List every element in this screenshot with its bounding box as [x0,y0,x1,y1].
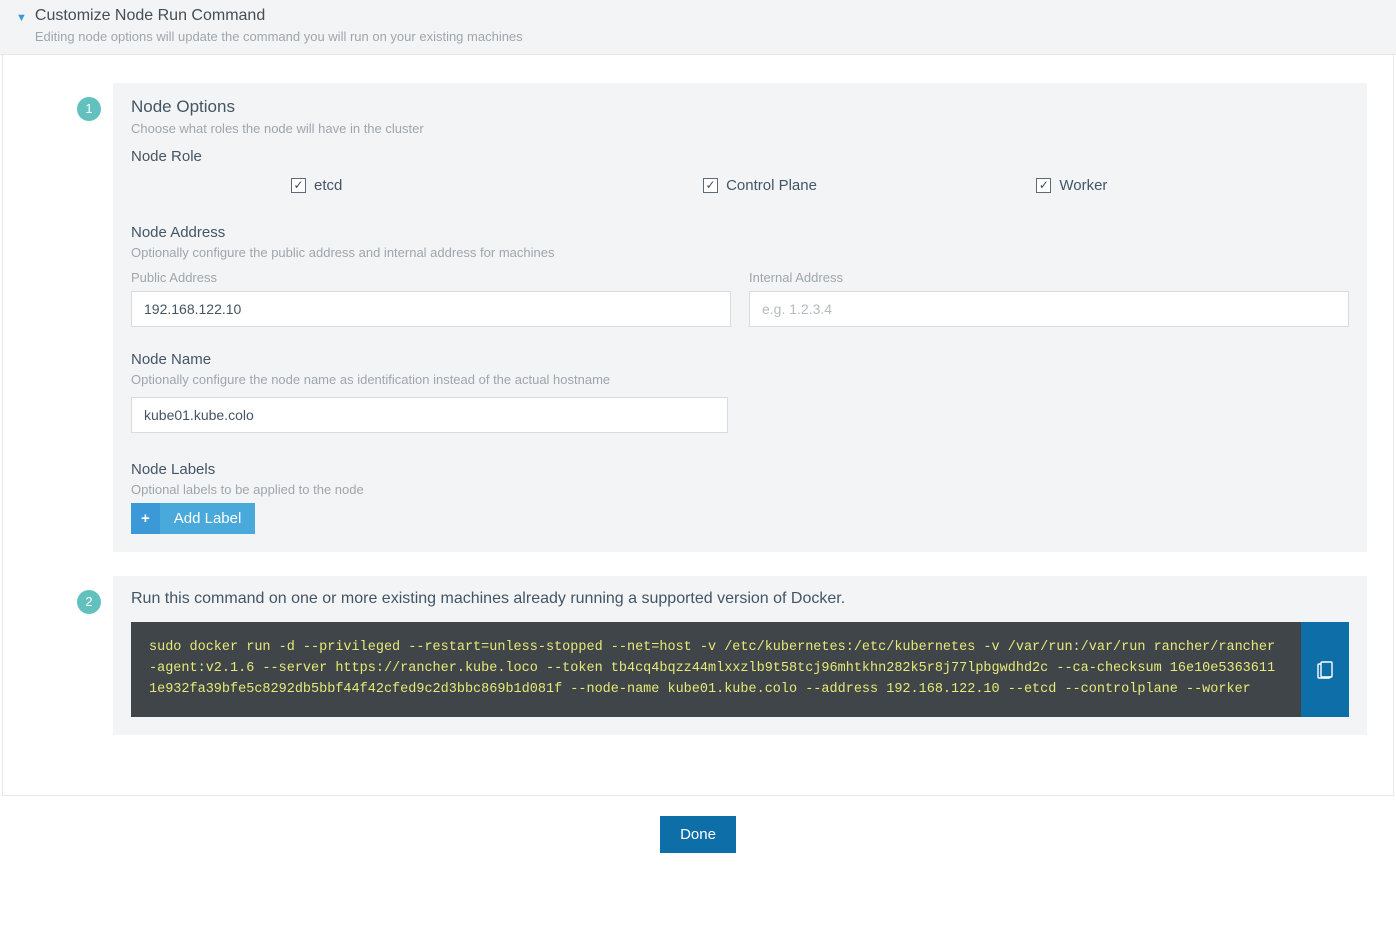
node-address-subtitle: Optionally configure the public address … [131,245,1349,260]
add-label-text: Add Label [160,503,256,534]
checkbox-control-plane[interactable]: ✓ Control Plane [703,177,817,194]
node-address-label: Node Address [131,224,1349,241]
node-role-row: ✓ etcd ✓ Control Plane ✓ Worker [131,165,1349,212]
chevron-down-icon[interactable]: ▼ [16,12,27,24]
internal-address-input[interactable] [749,291,1349,327]
clipboard-icon [1316,659,1334,679]
checkbox-etcd-label: etcd [314,177,342,194]
plus-icon: + [131,503,160,534]
run-instruction: Run this command on one or more existing… [131,590,1349,608]
public-address-label: Public Address [131,270,731,285]
checkbox-worker[interactable]: ✓ Worker [1036,177,1107,194]
node-options-subtitle: Choose what roles the node will have in … [131,121,1349,136]
node-name-label: Node Name [131,351,1349,368]
check-icon: ✓ [1036,178,1051,193]
step-run-command: 2 Run this command on one or more existi… [77,576,1367,735]
internal-address-label: Internal Address [749,270,1349,285]
footer: Done [0,796,1396,881]
step-node-options: 1 Node Options Choose what roles the nod… [77,83,1367,552]
header-title: Customize Node Run Command [35,6,523,27]
done-button[interactable]: Done [660,816,736,853]
check-icon: ✓ [703,178,718,193]
checkbox-control-plane-label: Control Plane [726,177,817,194]
step-badge-1: 1 [77,97,101,121]
node-options-title: Node Options [131,97,1349,117]
node-role-label: Node Role [131,148,1349,165]
copy-button[interactable] [1301,622,1349,717]
node-name-input[interactable] [131,397,728,433]
step-badge-2: 2 [77,590,101,614]
command-output[interactable]: sudo docker run -d --privileged --restar… [131,622,1301,717]
node-labels-subtitle: Optional labels to be applied to the nod… [131,482,1349,497]
checkbox-worker-label: Worker [1059,177,1107,194]
public-address-input[interactable] [131,291,731,327]
checkbox-etcd[interactable]: ✓ etcd [291,177,342,194]
header-subtitle: Editing node options will update the com… [35,29,523,44]
add-label-button[interactable]: + Add Label [131,503,255,534]
check-icon: ✓ [291,178,306,193]
header-bar: ▼ Customize Node Run Command Editing nod… [0,0,1396,55]
node-name-subtitle: Optionally configure the node name as id… [131,372,1349,387]
node-labels-label: Node Labels [131,461,1349,478]
